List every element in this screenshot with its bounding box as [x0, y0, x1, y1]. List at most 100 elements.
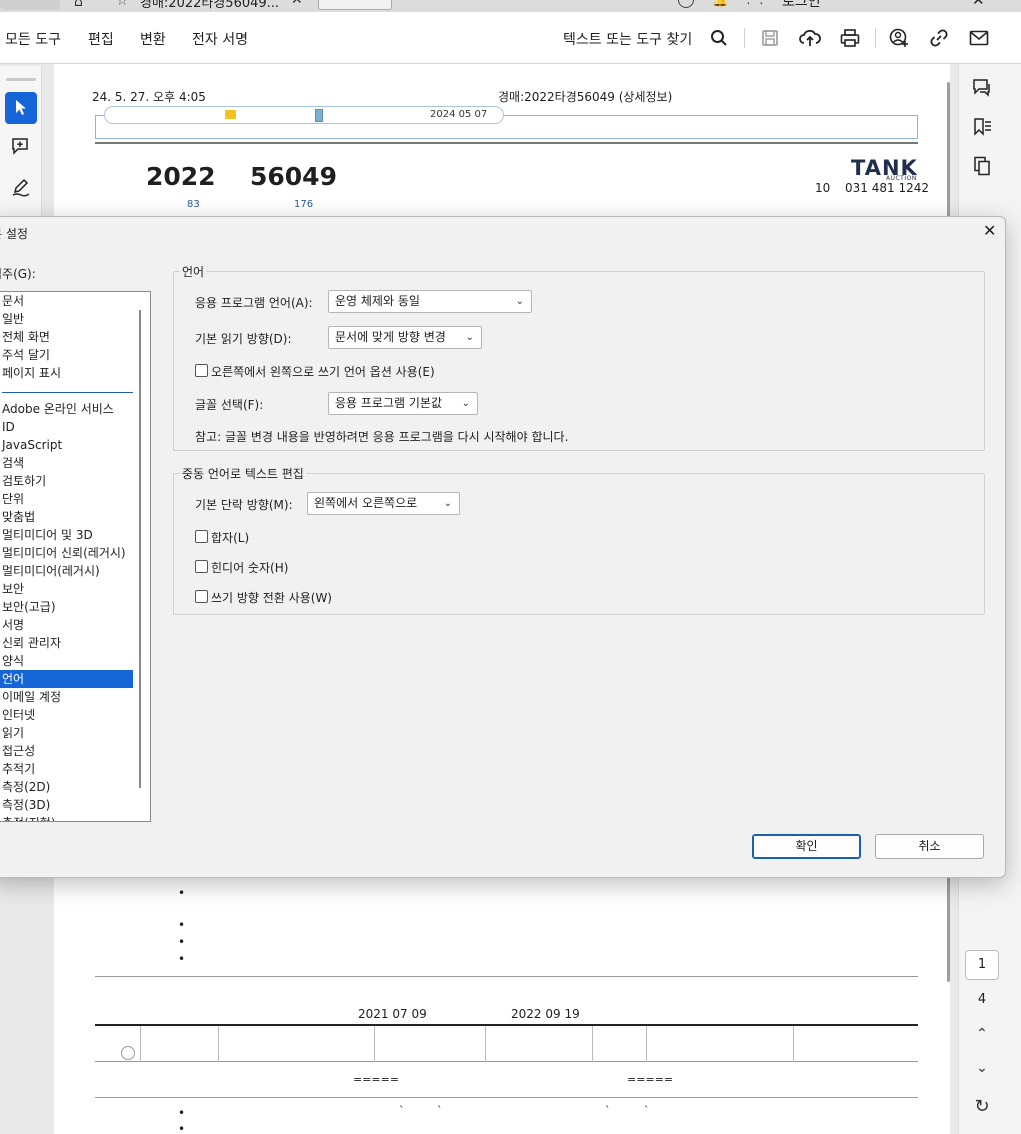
add-comment-tool[interactable]	[8, 134, 34, 160]
bullet: •	[178, 1106, 186, 1120]
category-item[interactable]: 문서	[2, 292, 142, 310]
login-button[interactable]: 로그인	[782, 0, 821, 11]
print-icon[interactable]	[839, 27, 861, 49]
toolbar-divider	[875, 28, 876, 48]
hindi-digits-checkbox[interactable]	[195, 560, 208, 573]
menu-e-sign[interactable]: 전자 서명	[192, 29, 248, 49]
mideast-group-title: 중동 언어로 텍스트 편집	[180, 465, 306, 482]
category-item[interactable]: 검색	[2, 454, 142, 472]
category-scrollbar[interactable]	[139, 310, 141, 788]
dialog-title: 본 설정	[0, 227, 28, 241]
chevron-down-icon[interactable]: ⌄	[970, 1060, 994, 1076]
tab-title[interactable]: 경매:2022타경56049...	[140, 0, 279, 11]
pages-icon[interactable]	[971, 155, 993, 177]
new-tab-button[interactable]	[318, 0, 392, 10]
category-item[interactable]: 전체 화면	[2, 328, 142, 346]
category-item[interactable]: 맞춤법	[2, 508, 142, 526]
tab-previous[interactable]	[0, 0, 60, 10]
category-item[interactable]: 페이지 표시	[2, 364, 142, 382]
refresh-icon[interactable]: ↻	[970, 1096, 994, 1117]
category-item[interactable]: 멀티미디어(레거시)	[2, 562, 142, 580]
draw-tool[interactable]	[8, 174, 34, 200]
bookmarks-icon[interactable]	[971, 116, 993, 138]
separator-text: =====	[353, 1073, 400, 1086]
category-item[interactable]: 단위	[2, 490, 142, 508]
page-header-title: 경매:2022타경56049 (상세정보)	[498, 90, 673, 104]
category-item[interactable]: 주석 달기	[2, 346, 142, 364]
comments-icon[interactable]	[971, 77, 993, 99]
window-close-icon[interactable]: ✕	[972, 0, 985, 9]
category-item[interactable]: 읽기	[2, 724, 142, 742]
bell-icon[interactable]: 🔔	[712, 0, 728, 8]
font-select[interactable]: 응용 프로그램 기본값 ⌄	[328, 392, 478, 415]
close-tab-icon[interactable]: ✕	[291, 0, 303, 8]
reading-direction-select[interactable]: 문서에 맞게 방향 변경 ⌄	[328, 326, 482, 349]
table-row	[95, 1026, 918, 1062]
category-item[interactable]: 일반	[2, 310, 142, 328]
category-item[interactable]: 추적기	[2, 760, 142, 778]
category-item[interactable]: 서명	[2, 616, 142, 634]
chevron-down-icon: ⌄	[461, 398, 470, 409]
category-item[interactable]: 접근성	[2, 742, 142, 760]
category-item[interactable]: 보안	[2, 580, 142, 598]
ok-button[interactable]: 확인	[752, 834, 861, 859]
star-icon[interactable]: ☆	[116, 0, 129, 9]
apps-grid-icon[interactable]: ⋮⋮	[742, 0, 768, 7]
preferences-dialog: 본 설정 ✕ 범주(G): 문서 일반 전체 화면 주석 달기 페이지 표시 A…	[0, 216, 1006, 878]
select-tool-button[interactable]	[5, 92, 37, 124]
chevron-up-icon[interactable]: ⌃	[970, 1026, 994, 1042]
find-tools-label[interactable]: 텍스트 또는 도구 찾기	[563, 29, 692, 49]
window-minimize-icon[interactable]: —	[924, 0, 937, 7]
ligatures-label: 합자(L)	[211, 531, 250, 545]
menu-all-tools[interactable]: 모든 도구	[5, 29, 61, 49]
hindi-digits-label: 힌디어 숫자(H)	[211, 561, 289, 575]
tick-mark: `	[437, 1104, 443, 1117]
ligatures-checkbox[interactable]	[195, 530, 208, 543]
category-item[interactable]: 측정(3D)	[2, 796, 142, 814]
home-icon[interactable]: ⌂	[74, 0, 83, 10]
link-icon[interactable]	[928, 27, 950, 49]
page-number-input[interactable]: 1	[965, 950, 999, 980]
timeline-bar: 2024 05 07	[104, 106, 504, 124]
direction-switch-checkbox[interactable]	[195, 590, 208, 603]
menu-edit[interactable]: 편집	[88, 29, 114, 49]
help-icon[interactable]	[678, 0, 694, 8]
menu-convert[interactable]: 변환	[140, 29, 166, 49]
category-item[interactable]: Adobe 온라인 서비스	[2, 400, 142, 418]
category-item-selected[interactable]: 언어	[0, 670, 133, 688]
category-item[interactable]: 보안(고급)	[2, 598, 142, 616]
search-icon[interactable]	[708, 27, 730, 49]
category-item[interactable]: 측정(지형)	[2, 814, 142, 821]
category-item[interactable]: 인터넷	[2, 706, 142, 724]
category-item[interactable]: 이메일 계정	[2, 688, 142, 706]
panel-grip[interactable]	[6, 78, 36, 81]
category-item[interactable]: 측정(2D)	[2, 778, 142, 796]
cancel-button[interactable]: 취소	[875, 834, 984, 859]
category-separator	[2, 392, 133, 393]
category-item[interactable]: 검토하기	[2, 472, 142, 490]
category-item[interactable]: ID	[2, 418, 142, 436]
bullet: •	[178, 1122, 186, 1134]
contact-prefix: 10	[815, 181, 831, 195]
page-total: 4	[977, 992, 987, 1007]
app-language-select[interactable]: 운영 체제와 동일 ⌄	[328, 290, 532, 313]
category-item[interactable]: 멀티미디어 및 3D	[2, 526, 142, 544]
category-item[interactable]: JavaScript	[2, 436, 142, 454]
toolbar-divider	[744, 28, 745, 48]
category-item[interactable]: 신뢰 관리자	[2, 634, 142, 652]
category-label: 범주(G):	[0, 267, 36, 281]
paragraph-direction-select[interactable]: 왼쪽에서 오른쪽으로 ⌄	[307, 492, 460, 515]
save-icon[interactable]	[759, 27, 781, 49]
rtl-options-checkbox[interactable]	[195, 364, 208, 377]
category-item[interactable]: 양식	[2, 652, 142, 670]
mail-icon[interactable]	[968, 27, 990, 49]
paragraph-direction-value: 왼쪽에서 오른쪽으로	[314, 496, 418, 510]
category-list[interactable]: 문서 일반 전체 화면 주석 달기 페이지 표시 Adobe 온라인 서비스 I…	[0, 291, 151, 822]
bullet: •	[178, 952, 186, 966]
left-tool-panel	[0, 66, 42, 216]
category-item[interactable]: 멀티미디어 신뢰(레거시)	[2, 544, 142, 562]
close-icon[interactable]: ✕	[983, 221, 996, 240]
share-user-icon[interactable]	[888, 27, 910, 49]
cloud-upload-icon[interactable]	[799, 27, 821, 49]
radio-button[interactable]	[121, 1046, 135, 1060]
